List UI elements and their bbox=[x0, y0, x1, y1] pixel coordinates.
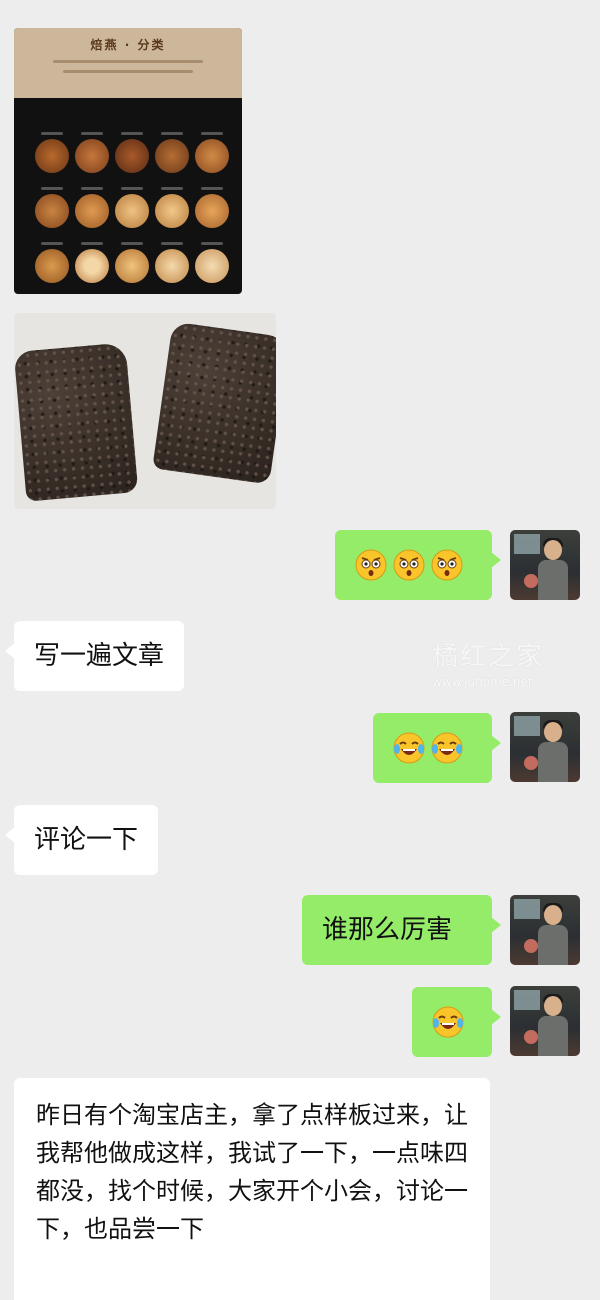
message-text: 谁那么厉害 bbox=[322, 915, 453, 945]
received-text-bubble[interactable]: 写一遍文章 bbox=[4, 621, 185, 691]
my-avatar[interactable] bbox=[510, 895, 580, 965]
my-avatar[interactable] bbox=[510, 712, 580, 782]
cookie-item bbox=[112, 132, 152, 173]
watermark-url: www.juhome.net bbox=[432, 675, 533, 689]
tears-of-joy-icon bbox=[431, 732, 463, 764]
sent-emoji-bubble[interactable] bbox=[335, 530, 501, 600]
sent-text-bubble[interactable]: 谁那么厉害 bbox=[302, 895, 501, 965]
tears-of-joy-icon bbox=[432, 1006, 464, 1038]
menu-cookie-grid bbox=[32, 132, 232, 283]
message-text: 评论一下 bbox=[34, 825, 139, 855]
cookie-item bbox=[152, 187, 192, 228]
menu-image-header: 焙燕 · 分类 bbox=[14, 28, 242, 98]
cookie-item bbox=[192, 132, 232, 173]
sent-emoji-bubble[interactable] bbox=[412, 987, 501, 1057]
cookie-item bbox=[72, 242, 112, 283]
menu-image-line bbox=[63, 70, 193, 73]
cookie-item bbox=[112, 187, 152, 228]
received-text-bubble[interactable]: 评论一下 bbox=[4, 805, 159, 875]
my-avatar[interactable] bbox=[510, 530, 580, 600]
watermark-title: 橘红之家 bbox=[432, 642, 545, 672]
received-image-menu[interactable]: 焙燕 · 分类 bbox=[14, 28, 242, 294]
shocked-face-icon bbox=[431, 549, 463, 581]
cookie-item bbox=[112, 242, 152, 283]
cake-piece bbox=[152, 321, 276, 485]
emoji-row bbox=[393, 713, 472, 783]
emoji-row bbox=[355, 530, 472, 600]
menu-image-line bbox=[53, 60, 203, 63]
my-avatar[interactable] bbox=[510, 986, 580, 1056]
cookie-item bbox=[32, 132, 72, 173]
message-text: 昨日有个淘宝店主，拿了点样板过来，让我帮他做成这样，我试了一下，一点味四都没，找… bbox=[36, 1101, 468, 1243]
cookie-item bbox=[32, 242, 72, 283]
chat-area: 焙燕 · 分类 写一遍文章 橘红之家 www.juhome.net 评论一下 谁… bbox=[0, 0, 600, 1300]
received-long-text-bubble[interactable]: 昨日有个淘宝店主，拿了点样板过来，让我帮他做成这样，我试了一下，一点味四都没，找… bbox=[14, 1078, 490, 1300]
cookie-item bbox=[32, 187, 72, 228]
cookie-item bbox=[72, 187, 112, 228]
cookie-item bbox=[152, 132, 192, 173]
cookie-item bbox=[72, 132, 112, 173]
sent-emoji-bubble[interactable] bbox=[373, 713, 501, 783]
cookie-item bbox=[192, 242, 232, 283]
message-text: 写一遍文章 bbox=[34, 641, 165, 671]
menu-image-title: 焙燕 · 分类 bbox=[90, 38, 166, 52]
cake-piece bbox=[14, 342, 139, 502]
emoji-row bbox=[432, 987, 472, 1057]
tears-of-joy-icon bbox=[393, 732, 425, 764]
watermark: 橘红之家 www.juhome.net bbox=[432, 636, 544, 689]
shocked-face-icon bbox=[355, 549, 387, 581]
cookie-item bbox=[152, 242, 192, 283]
shocked-face-icon bbox=[393, 549, 425, 581]
received-image-cakes[interactable] bbox=[14, 313, 276, 509]
cookie-item bbox=[192, 187, 232, 228]
